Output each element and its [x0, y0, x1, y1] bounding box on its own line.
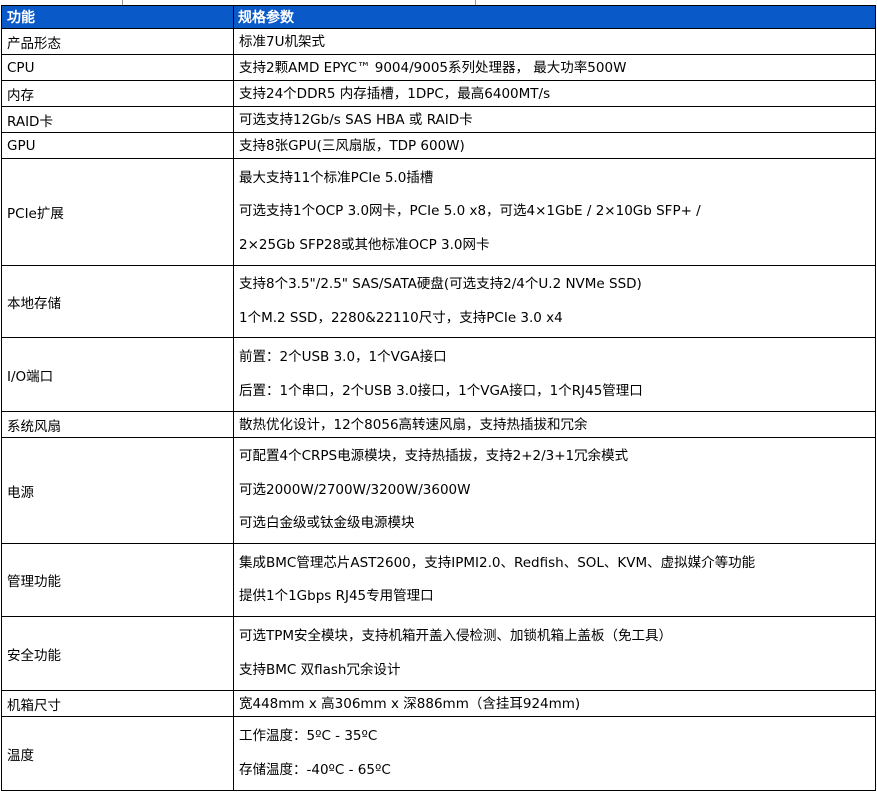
row-value: 前置：2个USB 3.0，1个VGA接口 后置：1个串口，2个USB 3.0接口… [233, 337, 876, 412]
row-label: 温度 [1, 716, 234, 791]
row-label: 产品形态 [1, 28, 234, 55]
row-label: 电源 [1, 437, 234, 544]
table-row: 产品形态 标准7U机架式 [1, 28, 876, 55]
row-value: 集成BMC管理芯片AST2600，支持IPMI2.0、Redfish、SOL、K… [233, 543, 876, 617]
spec-table: 功能 规格参数 产品形态 标准7U机架式 CPU 支持2颗AMD EPYC™ 9… [1, 5, 876, 791]
table-row: 电源 可配置4个CRPS电源模块，支持热插拔，支持2+2/3+1冗余模式 可选2… [1, 437, 876, 544]
row-value: 支持2颗AMD EPYC™ 9004/9005系列处理器， 最大功率500W [233, 54, 876, 81]
row-label: PCIe扩展 [1, 158, 234, 266]
row-label: 内存 [1, 80, 234, 107]
row-label: 系统风扇 [1, 411, 234, 438]
row-label: 机箱尺寸 [1, 690, 234, 717]
table-row: PCIe扩展 最大支持11个标准PCIe 5.0插槽 可选支持1个OCP 3.0… [1, 158, 876, 266]
table-row: 温度 工作温度：5ºC - 35ºC 存储温度：-40ºC - 65ºC [1, 716, 876, 791]
header-function: 功能 [1, 5, 234, 29]
row-value: 标准7U机架式 [233, 28, 876, 55]
row-value: 支持8张GPU(三风扇版，TDP 600W) [233, 132, 876, 159]
row-value: 支持8个3.5"/2.5" SAS/SATA硬盘(可选支持2/4个U.2 NVM… [233, 265, 876, 338]
row-label: GPU [1, 132, 234, 159]
row-value: 最大支持11个标准PCIe 5.0插槽 可选支持1个OCP 3.0网卡，PCIe… [233, 158, 876, 266]
table-row: RAID卡 可选支持12Gb/s SAS HBA 或 RAID卡 [1, 106, 876, 133]
row-value: 散热优化设计，12个8056高转速风扇，支持热插拔和冗余 [233, 411, 876, 438]
row-label: RAID卡 [1, 106, 234, 133]
table-row: 内存 支持24个DDR5 内存插槽，1DPC，最高6400MT/s [1, 80, 876, 107]
table-row: GPU 支持8张GPU(三风扇版，TDP 600W) [1, 132, 876, 159]
row-value: 宽448mm x 高306mm x 深886mm（含挂耳924mm) [233, 690, 876, 717]
row-value: 可选TPM安全模块，支持机箱开盖入侵检测、加锁机箱上盖板（免工具） 支持BMC … [233, 616, 876, 691]
table-row: CPU 支持2颗AMD EPYC™ 9004/9005系列处理器， 最大功率50… [1, 54, 876, 81]
row-label: I/O端口 [1, 337, 234, 412]
row-label: 本地存储 [1, 265, 234, 338]
row-label: 安全功能 [1, 616, 234, 691]
table-row: 机箱尺寸 宽448mm x 高306mm x 深886mm（含挂耳924mm) [1, 690, 876, 717]
table-row: 管理功能 集成BMC管理芯片AST2600，支持IPMI2.0、Redfish、… [1, 543, 876, 617]
table-row: 本地存储 支持8个3.5"/2.5" SAS/SATA硬盘(可选支持2/4个U.… [1, 265, 876, 338]
row-value: 支持24个DDR5 内存插槽，1DPC，最高6400MT/s [233, 80, 876, 107]
row-label: 管理功能 [1, 543, 234, 617]
row-label: CPU [1, 54, 234, 81]
row-value: 可选支持12Gb/s SAS HBA 或 RAID卡 [233, 106, 876, 133]
table-row: 安全功能 可选TPM安全模块，支持机箱开盖入侵检测、加锁机箱上盖板（免工具） 支… [1, 616, 876, 691]
row-value: 工作温度：5ºC - 35ºC 存储温度：-40ºC - 65ºC [233, 716, 876, 791]
table-row: 系统风扇 散热优化设计，12个8056高转速风扇，支持热插拔和冗余 [1, 411, 876, 438]
table-row: I/O端口 前置：2个USB 3.0，1个VGA接口 后置：1个串口，2个USB… [1, 337, 876, 412]
header-row: 功能 规格参数 [1, 5, 876, 29]
header-spec: 规格参数 [233, 5, 876, 29]
row-value: 可配置4个CRPS电源模块，支持热插拔，支持2+2/3+1冗余模式 可选2000… [233, 437, 876, 544]
